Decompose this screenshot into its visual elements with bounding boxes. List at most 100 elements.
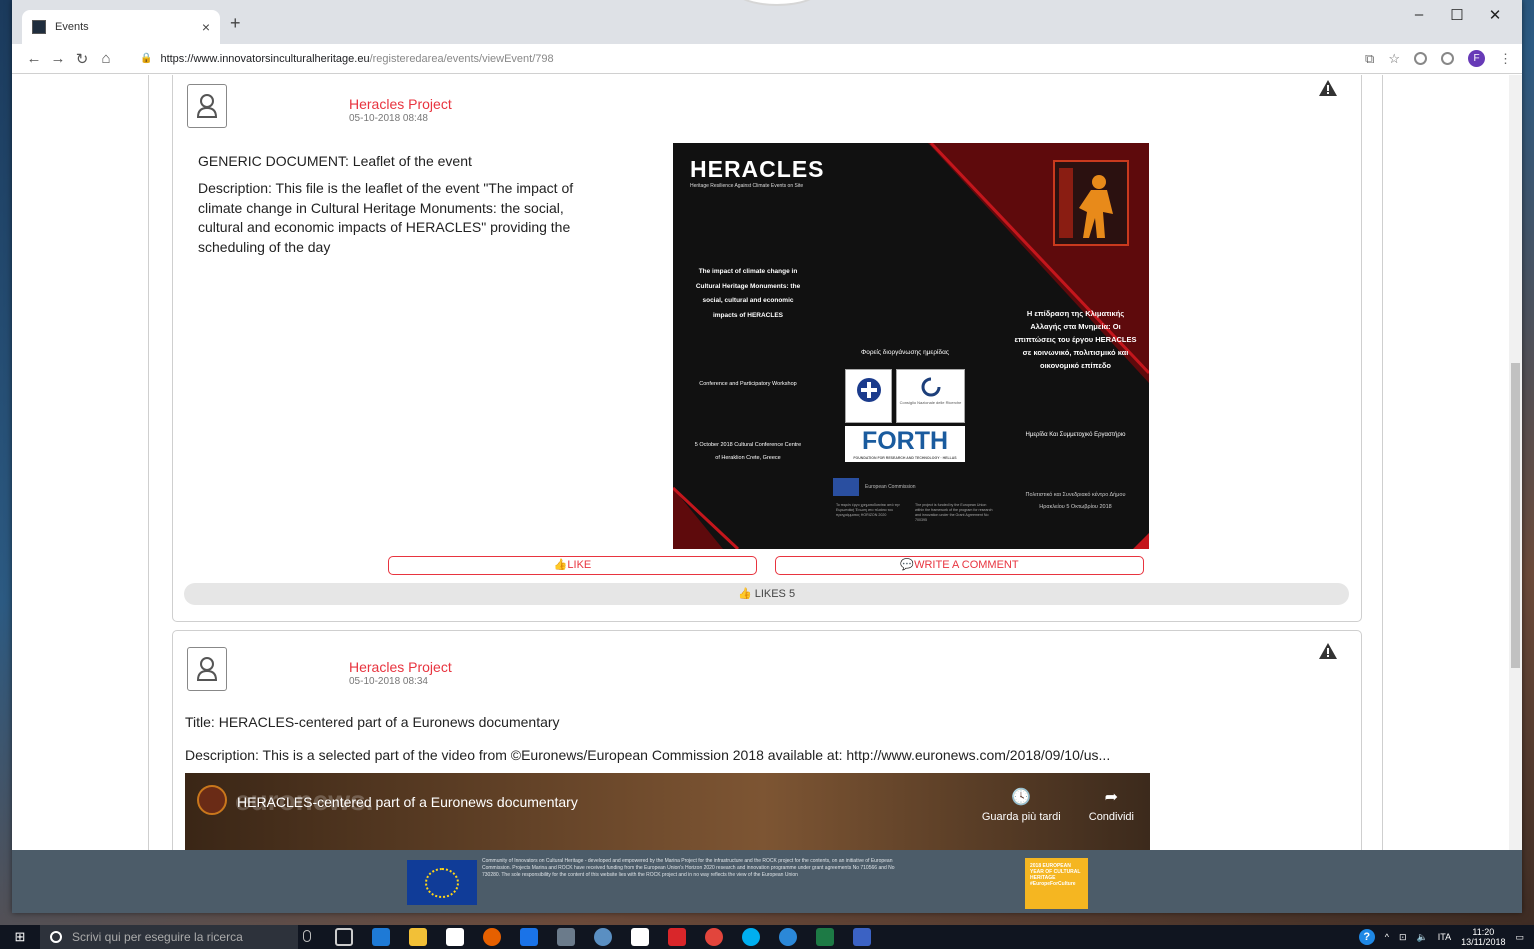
- calculator-icon[interactable]: [631, 928, 649, 946]
- acrobat-icon[interactable]: [668, 928, 686, 946]
- taskbar-clock[interactable]: 11:20 13/11/2018: [1461, 927, 1505, 947]
- minimize-button[interactable]: –: [1400, 6, 1438, 24]
- leaflet-image[interactable]: HERACLES Heritage Resilience Against Cli…: [673, 143, 1149, 549]
- windows-start-icon[interactable]: ⊞: [0, 929, 40, 945]
- tray-chevron-icon[interactable]: ^: [1385, 932, 1389, 942]
- menu-kebab-icon[interactable]: ⋮: [1499, 51, 1512, 67]
- excel-icon[interactable]: [816, 928, 834, 946]
- share-label: Condividi: [1088, 811, 1134, 823]
- video-post-title: Title: HERACLES-centered part of a Euron…: [185, 714, 560, 730]
- post-date: 05-10-2018 08:48: [349, 113, 428, 124]
- eu-commission-text: European Commission: [865, 484, 916, 490]
- tab-events[interactable]: Events ×: [22, 10, 220, 44]
- help-icon[interactable]: ?: [1358, 929, 1375, 945]
- heracles-logo-art: [1053, 160, 1129, 246]
- profile-avatar[interactable]: F: [1468, 50, 1485, 67]
- document-description: Description: This file is the leaflet of…: [198, 180, 574, 255]
- leaflet-funding-note-en: The project is funded by the European Un…: [915, 503, 993, 522]
- extension-icon-2[interactable]: [1441, 52, 1454, 65]
- notifications-icon[interactable]: ▭: [1515, 932, 1524, 943]
- leaflet-event-heading-en: The impact of climate change in Cultural…: [695, 268, 801, 319]
- translate-icon[interactable]: ⧉: [1365, 51, 1374, 67]
- system-tray: ? ^ ⊡ 🔈 ITA 11:20 13/11/2018 ▭: [1358, 927, 1524, 947]
- watch-later-label: Guarda più tardi: [981, 811, 1061, 823]
- scrollbar-thumb[interactable]: [1511, 363, 1520, 668]
- user-avatar-icon: [187, 84, 227, 128]
- share-button[interactable]: ➦ Condividi: [1089, 787, 1134, 823]
- tab-strip: Events × + – ☐ ✕: [12, 0, 1522, 44]
- post-author[interactable]: Heracles Project: [349, 659, 452, 675]
- eu-flag-icon: [833, 478, 859, 496]
- post-card: Heracles Project 05-10-2018 08:48 GENERI…: [172, 75, 1362, 622]
- store-icon[interactable]: [446, 928, 464, 946]
- network-icon[interactable]: ⊡: [1399, 932, 1407, 943]
- app-icon-blue[interactable]: [520, 928, 538, 946]
- app-icon-round[interactable]: [779, 928, 797, 946]
- bookmark-star-icon[interactable]: ☆: [1388, 51, 1400, 67]
- leaflet-organizers-title: Φορείς διοργάνωσης ημερίδας: [861, 349, 949, 356]
- task-view-icon[interactable]: [335, 928, 353, 946]
- clock-time: 11:20: [1472, 927, 1495, 937]
- warning-report-icon[interactable]: [1319, 643, 1337, 659]
- lock-icon: 🔒: [140, 53, 153, 64]
- home-icon[interactable]: ⌂: [94, 50, 118, 67]
- greek-ministry-logo: [845, 369, 892, 423]
- file-explorer-icon[interactable]: [409, 928, 427, 946]
- like-label: LIKE: [567, 559, 592, 571]
- eu-flag-logo: [407, 860, 477, 905]
- clock-icon: 🕓: [1011, 789, 1032, 806]
- forth-logo-subtext: FOUNDATION FOR RESEARCH AND TECHNOLOGY ·…: [853, 456, 957, 460]
- warning-report-icon[interactable]: [1319, 80, 1337, 96]
- cortana-icon: [50, 931, 62, 943]
- address-bar[interactable]: 🔒 https://www.innovatorsinculturalherita…: [140, 53, 554, 65]
- page-scrollbar[interactable]: [1509, 75, 1522, 913]
- cnr-logo-text: Consiglio Nazionale delle Ricerche: [899, 400, 962, 405]
- european-year-cultural-heritage-logo: 2018 EUROPEAN YEAR OF CULTURAL HERITAGE …: [1025, 858, 1088, 909]
- like-button[interactable]: 👍LIKE: [388, 556, 757, 575]
- watch-later-button[interactable]: 🕓 Guarda più tardi: [982, 787, 1061, 823]
- browser-window: Events × + – ☐ ✕ ← → ↻ ⌂ 🔒 https://www.i…: [12, 0, 1522, 913]
- tab-title: Events: [55, 21, 89, 33]
- maximize-button[interactable]: ☐: [1438, 6, 1476, 24]
- app-icon-grey[interactable]: [557, 928, 575, 946]
- write-comment-button[interactable]: 💬WRITE A COMMENT: [775, 556, 1144, 575]
- taskbar-search[interactable]: Scrivi qui per eseguire la ricerca: [40, 925, 298, 949]
- forth-logo-text: FORTH: [861, 427, 949, 455]
- language-indicator[interactable]: ITA: [1438, 932, 1451, 942]
- site-footer: Community of Innovators on Cultural Heri…: [12, 850, 1522, 913]
- leaflet-title: HERACLES: [690, 156, 825, 182]
- share-arrow-icon: ➦: [1104, 789, 1119, 806]
- skype-icon[interactable]: [742, 928, 760, 946]
- close-window-button[interactable]: ✕: [1476, 6, 1514, 24]
- thumbs-up-icon: 👍: [553, 559, 568, 571]
- edge-icon[interactable]: [372, 928, 390, 946]
- video-title[interactable]: HERACLES-centered part of a Euronews doc…: [237, 794, 578, 810]
- footer-disclaimer: Community of Innovators on Cultural Heri…: [482, 858, 895, 878]
- clock-date: 13/11/2018: [1461, 937, 1506, 947]
- document-title: GENERIC DOCUMENT: Leaflet of the event: [198, 153, 472, 169]
- reload-icon[interactable]: ↻: [70, 50, 94, 68]
- url-domain: https://www.innovatorsinculturalheritage…: [160, 52, 370, 65]
- tab-close-icon[interactable]: ×: [202, 19, 210, 35]
- browser-toolbar: ← → ↻ ⌂ 🔒 https://www.innovatorsincultur…: [12, 44, 1522, 74]
- channel-logo-icon[interactable]: [197, 785, 227, 815]
- url-path: /registeredarea/events/viewEvent/798: [369, 52, 554, 65]
- likes-count: LIKES 5: [754, 588, 796, 600]
- video-post-description: Description: This is a selected part of …: [185, 747, 1111, 763]
- comment-label: WRITE A COMMENT: [914, 559, 1019, 571]
- firefox-icon[interactable]: [483, 928, 501, 946]
- new-tab-button[interactable]: +: [230, 13, 241, 34]
- chrome-icon[interactable]: [705, 928, 723, 946]
- extension-icon[interactable]: [1414, 52, 1427, 65]
- notes-icon[interactable]: [853, 928, 871, 946]
- post-date: 05-10-2018 08:34: [349, 676, 428, 687]
- likes-count-bar[interactable]: 👍 LIKES 5: [184, 583, 1349, 605]
- forward-icon[interactable]: →: [46, 50, 70, 67]
- back-icon[interactable]: ←: [22, 50, 46, 67]
- settings-gear-icon[interactable]: [594, 928, 612, 946]
- volume-icon[interactable]: 🔈: [1417, 932, 1428, 943]
- taskbar-search-placeholder: Scrivi qui per eseguire la ricerca: [72, 930, 243, 944]
- comment-icon: 💬: [900, 559, 915, 571]
- microphone-icon[interactable]: [303, 930, 311, 942]
- post-author[interactable]: Heracles Project: [349, 96, 452, 112]
